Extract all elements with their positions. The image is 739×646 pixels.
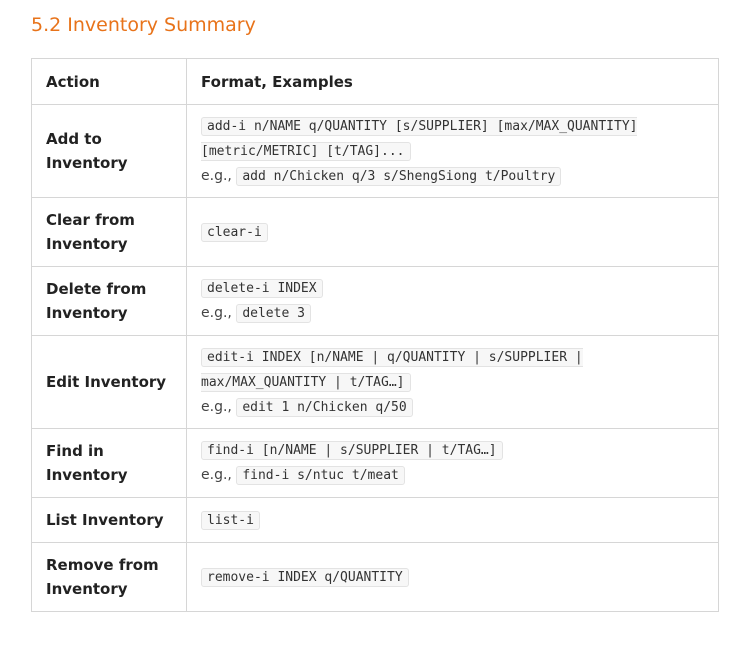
command-format: list-i [201, 510, 260, 530]
inventory-summary-table: Action Format, Examples Add to Inventory… [31, 58, 719, 612]
header-format-examples: Format, Examples [186, 58, 719, 105]
row-action-find: Find in Inventory [31, 428, 187, 498]
header-action: Action [31, 58, 187, 105]
table-row: Edit Inventory edit-i INDEX [n/NAME | q/… [31, 335, 719, 429]
command-format: remove-i INDEX q/QUANTITY [201, 567, 409, 587]
command-format: edit-i INDEX [n/NAME | q/QUANTITY | s/SU… [201, 347, 583, 392]
example-label: e.g., [201, 467, 232, 483]
table-row: Find in Inventory find-i [n/NAME | s/SUP… [31, 428, 719, 498]
table-row: Clear from Inventory clear-i [31, 197, 719, 267]
table-row: Remove from Inventory remove-i INDEX q/Q… [31, 542, 719, 612]
row-action-list: List Inventory [31, 497, 187, 543]
command-example: delete 3 [236, 304, 311, 323]
row-format-find: find-i [n/NAME | s/SUPPLIER | t/TAG…] e.… [186, 428, 719, 498]
command-format: clear-i [201, 222, 268, 242]
row-format-remove: remove-i INDEX q/QUANTITY [186, 542, 719, 612]
row-format-add: add-i n/NAME q/QUANTITY [s/SUPPLIER] [ma… [186, 104, 719, 198]
command-format: add-i n/NAME q/QUANTITY [s/SUPPLIER] [ma… [201, 116, 638, 161]
row-format-clear: clear-i [186, 197, 719, 267]
row-format-delete: delete-i INDEX e.g., delete 3 [186, 266, 719, 336]
table-row: List Inventory list-i [31, 497, 719, 543]
example-label: e.g., [201, 167, 232, 184]
row-format-edit: edit-i INDEX [n/NAME | q/QUANTITY | s/SU… [186, 335, 719, 429]
command-example: add n/Chicken q/3 s/ShengSiong t/Poultry [236, 166, 562, 186]
table-row: Add to Inventory add-i n/NAME q/QUANTITY… [31, 104, 719, 198]
table-header-row: Action Format, Examples [31, 58, 719, 105]
command-example: find-i s/ntuc t/meat [236, 466, 405, 485]
row-format-list: list-i [186, 497, 719, 543]
table-row: Delete from Inventory delete-i INDEX e.g… [31, 266, 719, 336]
command-format: find-i [n/NAME | s/SUPPLIER | t/TAG…] [201, 441, 503, 460]
row-action-delete: Delete from Inventory [31, 266, 187, 336]
row-action-remove: Remove from Inventory [31, 542, 187, 612]
row-action-clear: Clear from Inventory [31, 197, 187, 267]
section-title: 5.2 Inventory Summary [31, 14, 256, 36]
command-format: delete-i INDEX [201, 279, 323, 298]
row-action-add: Add to Inventory [31, 104, 187, 198]
command-example: edit 1 n/Chicken q/50 [236, 397, 413, 417]
example-label: e.g., [201, 305, 232, 321]
row-action-edit: Edit Inventory [31, 335, 187, 429]
example-label: e.g., [201, 398, 232, 415]
